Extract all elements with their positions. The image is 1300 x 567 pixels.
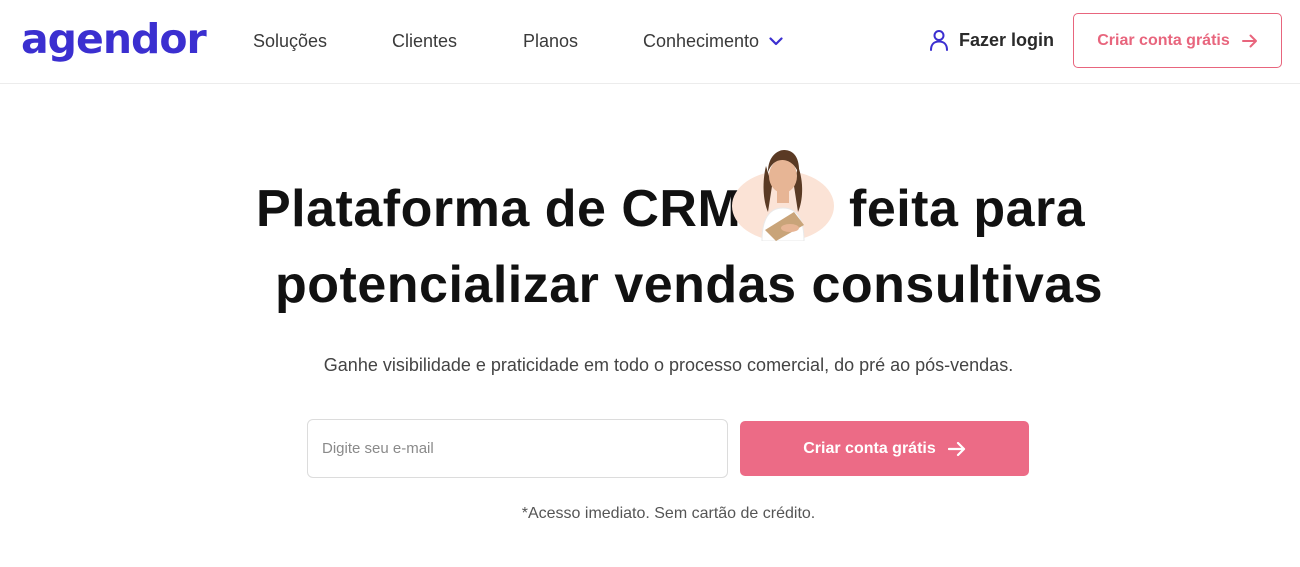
no-credit-card-note: *Acesso imediato. Sem cartão de crédito.: [521, 505, 816, 522]
arrow-right-icon: [947, 441, 965, 456]
nav-item-planos[interactable]: Planos: [523, 30, 578, 52]
header-create-account-label: Criar conta grátis: [1097, 31, 1230, 49]
create-account-label: Criar conta grátis: [803, 439, 936, 457]
woman-avatar-image: [732, 150, 834, 241]
arrow-right-icon: [1241, 34, 1257, 47]
header-create-account-button[interactable]: Criar conta grátis: [1073, 13, 1282, 68]
create-account-button[interactable]: Criar conta grátis: [740, 421, 1029, 476]
nav-item-conhecimento-label: Conhecimento: [643, 31, 760, 51]
user-icon: [930, 30, 948, 51]
hero-subtitle: Ganhe visibilidade e praticidade em todo…: [323, 355, 1014, 375]
nav-item-solucoes[interactable]: Soluções: [253, 30, 327, 52]
login-label: Fazer login: [959, 29, 1055, 50]
hero-title-part1: Plataforma de CRM: [256, 180, 742, 238]
chevron-down-icon: [769, 36, 783, 45]
brand-logo[interactable]: agendor: [21, 14, 207, 64]
site-header: agendor Soluções Clientes Planos Conheci…: [0, 0, 1300, 84]
hero-title-line2-rest: vendas consultivas: [599, 256, 1104, 314]
hero-title-line2: potencializar vendas consultivas: [275, 254, 1103, 316]
hero-highlight-word: potencializar: [275, 256, 600, 315]
nav-item-clientes[interactable]: Clientes: [392, 30, 457, 52]
nav-item-conhecimento[interactable]: Conhecimento: [643, 30, 783, 52]
email-input[interactable]: [307, 419, 728, 478]
hero-title-part2: feita para: [849, 180, 1086, 238]
login-link[interactable]: Fazer login: [929, 29, 1054, 51]
